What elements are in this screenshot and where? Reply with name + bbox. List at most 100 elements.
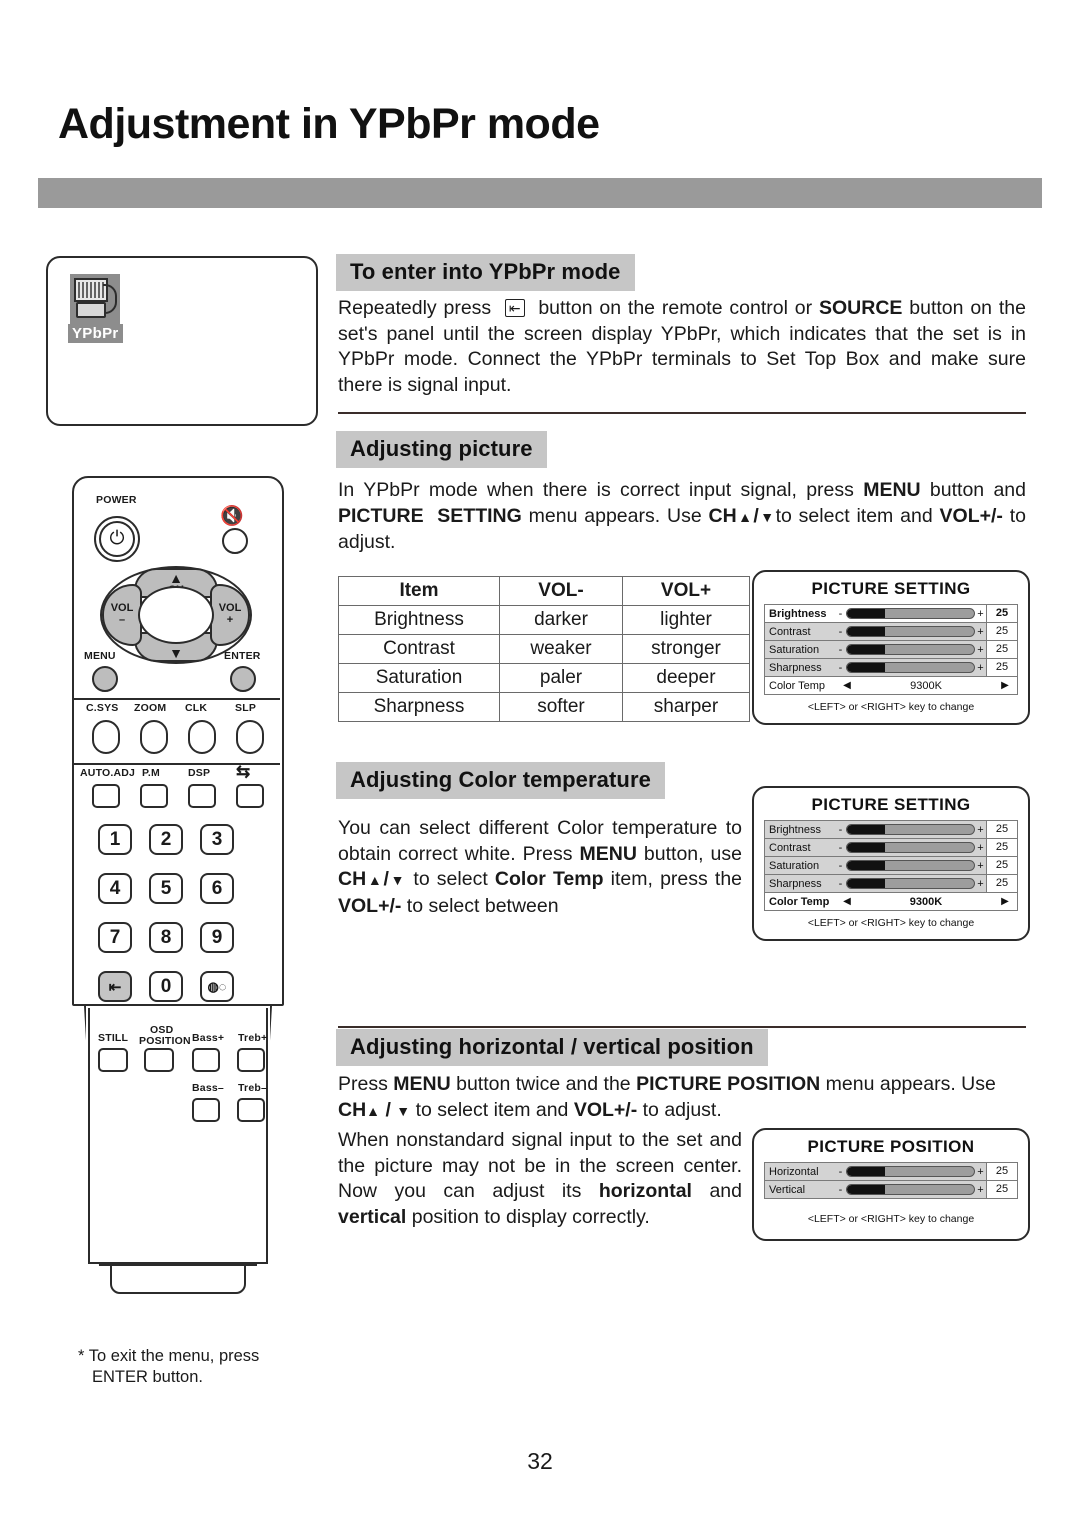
key-9[interactable]: 9 [200,922,234,953]
remote-divider-1 [74,698,280,700]
osd-slider[interactable] [846,1166,975,1177]
osd-prev-arrow-icon[interactable]: ◀ [835,680,859,691]
section-heading-color-temperature: Adjusting Color temperature [336,762,665,799]
key-7[interactable]: 7 [98,922,132,953]
osd-minus-icon[interactable]: - [835,842,846,854]
enter-button[interactable] [230,666,256,692]
osd-row-horizontal[interactable]: Horizontal - + 25 [765,1163,1017,1181]
key-3[interactable]: 3 [200,824,234,855]
csys-button[interactable] [92,720,120,754]
section-body-color-temperature: You can select different Color temperatu… [338,817,743,917]
osd-row-sharpness[interactable]: Sharpness - + 25 [765,659,1017,677]
key-8[interactable]: 8 [149,922,183,953]
source-key-icon: ⇤ [504,299,525,317]
osd-plus-icon[interactable]: + [975,1184,986,1196]
osd-minus-icon[interactable]: - [835,644,846,656]
osd-plus-icon[interactable]: + [975,824,986,836]
zoom-label: ZOOM [134,702,167,714]
osd-row-brightness[interactable]: Brightness - + 25 [765,605,1017,623]
menu-button[interactable] [92,666,118,692]
stereo-button[interactable]: ◍◌ [200,971,234,1002]
autoadj-button[interactable] [92,784,120,808]
dsp-button[interactable] [188,784,216,808]
osd-slider[interactable] [846,878,975,889]
osd-slider[interactable] [846,824,975,835]
key-4[interactable]: 4 [98,873,132,904]
power-button[interactable]: ⏻ [99,521,135,557]
osd-minus-icon[interactable]: - [835,860,846,872]
osd-row-vertical[interactable]: Vertical - + 25 [765,1181,1017,1198]
table-cell-item: Sharpness [338,692,500,722]
osd-minus-icon[interactable]: - [835,662,846,674]
key-2[interactable]: 2 [149,824,183,855]
zoom-button[interactable] [140,720,168,754]
osd-row-label: Contrast [769,625,811,638]
csys-label: C.SYS [86,702,119,714]
osd-row-color-temp[interactable]: Color Temp ◀ 9300K ▶ [765,677,1017,694]
table-header-row: Item VOL- VOL+ [338,576,750,606]
osd-slider[interactable] [846,626,975,637]
treb-plus-button[interactable] [237,1048,265,1072]
osd-slider[interactable] [846,644,975,655]
osd-row-sharpness[interactable]: Sharpness - + 25 [765,875,1017,893]
still-button[interactable] [98,1048,128,1072]
osd-plus-icon[interactable]: + [975,662,986,674]
slp-button[interactable] [236,720,264,754]
mute-button[interactable] [222,528,248,554]
osd-value: 25 [986,821,1017,838]
osd-minus-icon[interactable]: - [835,878,846,890]
osd-row-label: Saturation [769,643,820,656]
osd-prev-arrow-icon[interactable]: ◀ [835,896,859,907]
table-cell-volminus: darker [499,605,623,635]
osd-next-arrow-icon[interactable]: ▶ [993,896,1017,907]
osd-title: PICTURE POSITION [807,1137,975,1156]
bass-plus-button[interactable] [192,1048,220,1072]
osd-slider[interactable] [846,842,975,853]
key-6[interactable]: 6 [200,873,234,904]
osd-plus-icon[interactable]: + [975,860,986,872]
osd-plus-icon[interactable]: + [975,626,986,638]
osd-slider[interactable] [846,608,975,619]
osd-minus-icon[interactable]: - [835,626,846,638]
osd-slider[interactable] [846,662,975,673]
osd-row-list: Brightness - + 25 Contrast - + 25 Satura… [764,820,1018,911]
osd-plus-icon[interactable]: + [975,842,986,854]
pm-button[interactable] [140,784,168,808]
osd-row-color-temp[interactable]: Color Temp ◀ 9300K ▶ [765,893,1017,910]
bass-minus-button[interactable] [192,1098,220,1122]
osd-value: 25 [986,605,1017,622]
table-cell-volminus: softer [499,692,623,722]
osd-minus-icon[interactable]: - [835,824,846,836]
osd-minus-icon[interactable]: - [835,1184,846,1196]
osd-next-arrow-icon[interactable]: ▶ [993,680,1017,691]
treb-minus-button[interactable] [237,1098,265,1122]
osd-row-contrast[interactable]: Contrast - + 25 [765,623,1017,641]
vol-effect-table: Item VOL- VOL+ Brightness darker lighter… [338,576,750,722]
osd-plus-icon[interactable]: + [975,1166,986,1178]
osd-plus-icon[interactable]: + [975,608,986,620]
key-0[interactable]: 0 [149,971,183,1002]
osd-row-saturation[interactable]: Saturation - + 25 [765,857,1017,875]
osd-minus-icon[interactable]: - [835,608,846,620]
osd-row-contrast[interactable]: Contrast - + 25 [765,839,1017,857]
osd-row-label: Brightness [769,607,827,620]
osd-slider[interactable] [846,1184,975,1195]
swap-source-button[interactable] [236,784,264,808]
key-5[interactable]: 5 [149,873,183,904]
osd-minus-icon[interactable]: - [835,1166,846,1178]
clk-button[interactable] [188,720,216,754]
osd-plus-icon[interactable]: + [975,644,986,656]
source-input-button[interactable]: ⇤ [98,971,132,1002]
osd-row-label: Color Temp [769,895,830,908]
osd-row-saturation[interactable]: Saturation - + 25 [765,641,1017,659]
dsp-label: DSP [188,767,211,779]
osd-slider[interactable] [846,860,975,871]
vol-down-sign: – [118,614,126,626]
clk-label: CLK [185,702,208,714]
osd-color-temp-value: 9300K [909,895,943,908]
osd-row-label: Contrast [769,841,811,854]
osd-plus-icon[interactable]: + [975,878,986,890]
key-1[interactable]: 1 [98,824,132,855]
osd-position-button[interactable] [144,1048,174,1072]
osd-row-brightness[interactable]: Brightness - + 25 [765,821,1017,839]
